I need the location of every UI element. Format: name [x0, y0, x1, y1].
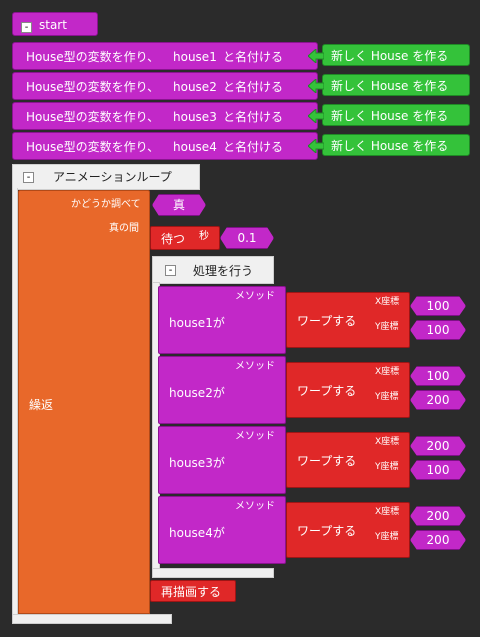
connector-arrow-icon: [307, 77, 325, 95]
method-call-block[interactable]: メソッド house2が: [158, 356, 286, 424]
variable-declaration-block[interactable]: House型の変数を作り、 house3 と名付ける: [12, 102, 318, 130]
y-coordinate-value[interactable]: 200: [410, 530, 466, 550]
y-coordinate-label: Y座標: [375, 322, 399, 332]
variable-suffix: と名付ける: [223, 140, 284, 154]
x-coordinate-label: X座標: [375, 297, 400, 307]
while-label: 真の間: [109, 223, 139, 234]
variable-declaration-block[interactable]: House型の変数を作り、 house2 と名付ける: [12, 72, 318, 100]
variable-name[interactable]: house1: [173, 51, 217, 63]
variable-declaration-block[interactable]: House型の変数を作り、 house4 と名付ける: [12, 132, 318, 160]
method-call-block[interactable]: メソッド house4が: [158, 496, 286, 564]
y-coordinate-label: Y座標: [375, 462, 399, 472]
repeat-block[interactable]: 繰返 かどうか調べて 真の間: [18, 190, 150, 614]
variable-suffix: と名付ける: [223, 80, 284, 94]
animation-loop-block[interactable]: - アニメーションループ: [12, 164, 200, 190]
variable-suffix: と名付ける: [223, 50, 284, 64]
variable-prefix: House型の変数を作り、: [26, 80, 160, 94]
x-coordinate-label: X座標: [375, 507, 400, 517]
animation-loop-title: アニメーションループ: [53, 170, 172, 184]
warp-action-label: ワープする: [297, 524, 357, 538]
method-target-label: house3が: [169, 456, 225, 470]
variable-declaration-block[interactable]: House型の変数を作り、 house1 と名付ける: [12, 42, 318, 70]
variable-prefix: House型の変数を作り、: [26, 50, 160, 64]
new-house-label: 新しく House を作る: [331, 49, 449, 63]
x-coordinate-value[interactable]: 100: [410, 366, 466, 386]
wait-seconds-value[interactable]: 0.1: [220, 227, 274, 249]
variable-name[interactable]: house2: [173, 81, 217, 93]
y-coordinate-label: Y座標: [375, 392, 399, 402]
do-block[interactable]: - 処理を行う: [152, 256, 274, 284]
variable-suffix: と名付ける: [223, 110, 284, 124]
redraw-label: 再描画する: [161, 585, 222, 599]
y-coordinate-value[interactable]: 100: [410, 320, 466, 340]
method-call-block[interactable]: メソッド house1が: [158, 286, 286, 354]
redraw-block[interactable]: 再描画する: [150, 580, 236, 602]
variable-name[interactable]: house3: [173, 111, 217, 123]
warp-block[interactable]: ワープする X座標 Y座標: [286, 502, 410, 558]
warp-action-label: ワープする: [297, 314, 357, 328]
wait-unit-label: 秒: [199, 231, 209, 242]
start-block[interactable]: - start: [12, 12, 98, 36]
warp-block[interactable]: ワープする X座標 Y座標: [286, 362, 410, 418]
do-block-footer: [152, 568, 274, 578]
warp-action-label: ワープする: [297, 384, 357, 398]
variable-name[interactable]: house4: [173, 141, 217, 153]
method-label: メソッド: [235, 501, 275, 512]
x-coordinate-value[interactable]: 100: [410, 296, 466, 316]
new-house-block[interactable]: 新しく House を作る: [322, 104, 470, 126]
condition-true-value[interactable]: 真: [152, 194, 206, 216]
connector-arrow-icon: [307, 137, 325, 155]
y-coordinate-value[interactable]: 200: [410, 390, 466, 410]
y-coordinate-value[interactable]: 100: [410, 460, 466, 480]
method-target-label: house1が: [169, 316, 225, 330]
method-target-label: house4が: [169, 526, 225, 540]
start-label: start: [39, 18, 67, 32]
method-label: メソッド: [235, 361, 275, 372]
method-call-block[interactable]: メソッド house3が: [158, 426, 286, 494]
animation-loop-footer: [12, 614, 172, 624]
x-coordinate-label: X座標: [375, 437, 400, 447]
new-house-block[interactable]: 新しく House を作る: [322, 44, 470, 66]
x-coordinate-value[interactable]: 200: [410, 436, 466, 456]
warp-block[interactable]: ワープする X座標 Y座標: [286, 432, 410, 488]
new-house-label: 新しく House を作る: [331, 79, 449, 93]
method-target-label: house2が: [169, 386, 225, 400]
new-house-label: 新しく House を作る: [331, 139, 449, 153]
start-collapse-toggle[interactable]: -: [21, 22, 32, 33]
wait-block[interactable]: 待つ 秒: [150, 226, 220, 250]
animation-loop-collapse-toggle[interactable]: -: [23, 172, 34, 183]
wait-label: 待つ: [161, 232, 186, 246]
connector-arrow-icon: [307, 47, 325, 65]
connector-arrow-icon: [307, 107, 325, 125]
new-house-block[interactable]: 新しく House を作る: [322, 74, 470, 96]
method-label: メソッド: [235, 291, 275, 302]
new-house-label: 新しく House を作る: [331, 109, 449, 123]
variable-prefix: House型の変数を作り、: [26, 110, 160, 124]
warp-block[interactable]: ワープする X座標 Y座標: [286, 292, 410, 348]
repeat-label: 繰返: [29, 398, 54, 412]
x-coordinate-value[interactable]: 200: [410, 506, 466, 526]
variable-prefix: House型の変数を作り、: [26, 140, 160, 154]
warp-action-label: ワープする: [297, 454, 357, 468]
do-label: 処理を行う: [193, 264, 254, 278]
new-house-block[interactable]: 新しく House を作る: [322, 134, 470, 156]
x-coordinate-label: X座標: [375, 367, 400, 377]
y-coordinate-label: Y座標: [375, 532, 399, 542]
method-label: メソッド: [235, 431, 275, 442]
do-collapse-toggle[interactable]: -: [165, 265, 176, 276]
check-label: かどうか調べて: [71, 199, 141, 210]
repeat-bottom: [18, 578, 150, 614]
